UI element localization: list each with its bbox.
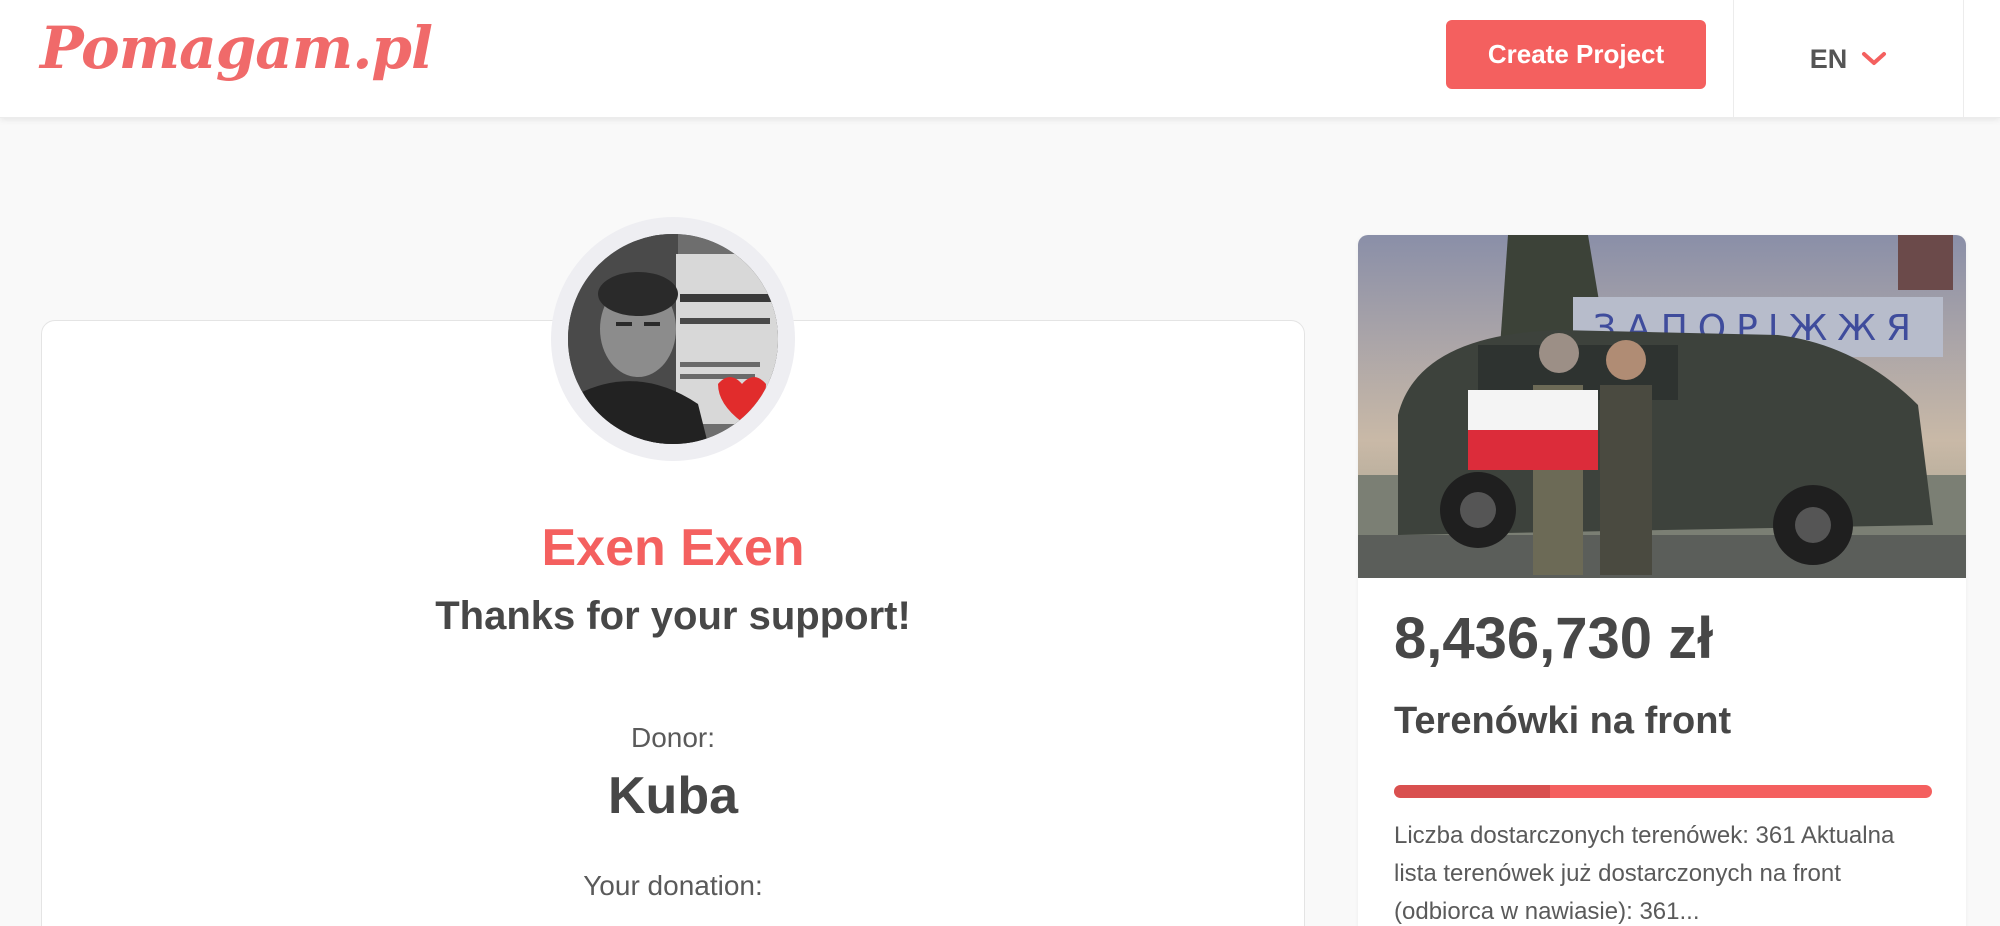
create-project-button[interactable]: Create Project	[1446, 20, 1706, 89]
thanks-message: Thanks for your support!	[435, 594, 911, 638]
progress-bar	[1394, 785, 1932, 798]
project-description: Liczba dostarczonych terenówek: 361 Aktu…	[1394, 822, 1895, 925]
top-navbar: Pomagam.pl Create Project EN	[0, 0, 2000, 118]
progress-fill	[1394, 785, 1551, 798]
donation-label: Your donation:	[583, 870, 763, 901]
pomagam-logo[interactable]: Pomagam.pl	[40, 14, 433, 82]
project-card[interactable]: ЗАПОРІЖЖЯ 8,436,730 zł Terenówki na fron…	[1358, 235, 1966, 926]
raised-amount: 8,436,730 zł	[1394, 606, 1714, 671]
language-selector[interactable]: EN	[1734, 0, 1963, 118]
divider	[1963, 0, 1964, 118]
fundraiser-name: Exen Exen	[541, 519, 805, 577]
language-label: EN	[1809, 43, 1848, 74]
donor-label: Donor:	[630, 722, 716, 753]
project-title: Terenówki na front	[1394, 700, 1732, 742]
donor-name: Kuba	[608, 767, 738, 825]
chevron-down-icon	[1862, 52, 1887, 65]
fundraiser-avatar	[568, 234, 778, 444]
project-photo: ЗАПОРІЖЖЯ	[1358, 235, 1966, 578]
